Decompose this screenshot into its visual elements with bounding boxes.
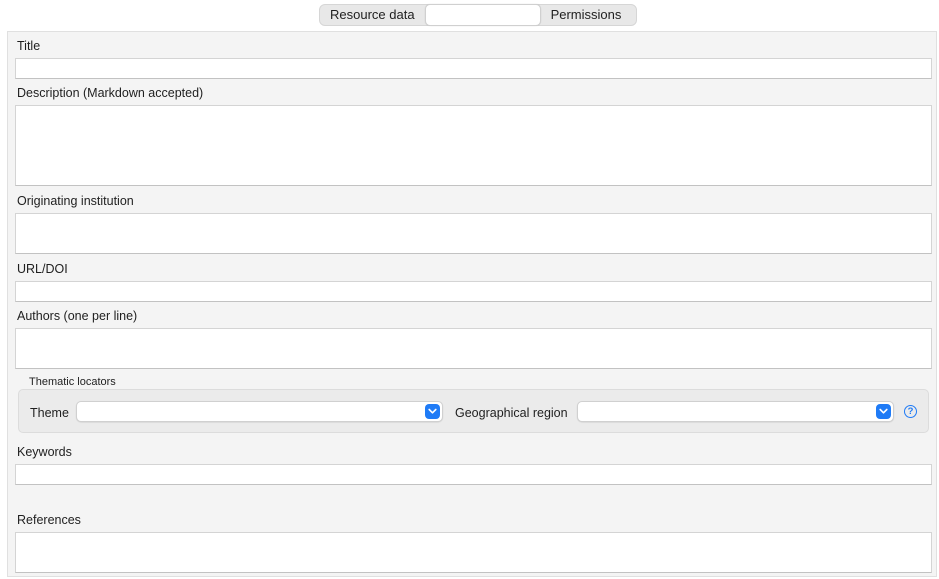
- help-icon[interactable]: ?: [904, 405, 917, 418]
- thematic-locators-title: Thematic locators: [29, 376, 116, 388]
- url-doi-input[interactable]: [15, 281, 932, 302]
- references-textarea[interactable]: [15, 532, 932, 573]
- institution-textarea[interactable]: [15, 213, 932, 254]
- title-input[interactable]: [15, 58, 932, 79]
- region-label: Geographical region: [455, 406, 568, 420]
- segmented-tab-bar: Resource data Permissions: [319, 4, 638, 26]
- region-select[interactable]: [577, 401, 894, 422]
- theme-label: Theme: [30, 406, 69, 420]
- title-label: Title: [17, 39, 41, 53]
- chevron-down-icon[interactable]: [425, 404, 440, 419]
- tab-permissions[interactable]: Permissions: [541, 5, 637, 25]
- resource-editor-window: Resource data Permissions Title Descript…: [0, 0, 939, 579]
- chevron-down-icon[interactable]: [876, 404, 891, 419]
- tab-resource-data[interactable]: Resource data: [320, 5, 425, 25]
- url-doi-label: URL/DOI: [17, 262, 68, 276]
- institution-label: Originating institution: [17, 194, 134, 208]
- references-label: References: [17, 513, 81, 527]
- description-label: Description (Markdown accepted): [17, 86, 204, 100]
- theme-select[interactable]: [76, 401, 443, 422]
- keywords-input[interactable]: [15, 464, 932, 485]
- keywords-label: Keywords: [17, 445, 72, 459]
- tab-selected-blank[interactable]: [424, 4, 541, 26]
- authors-label: Authors (one per line): [17, 309, 138, 323]
- authors-textarea[interactable]: [15, 328, 932, 369]
- description-textarea[interactable]: [15, 105, 932, 186]
